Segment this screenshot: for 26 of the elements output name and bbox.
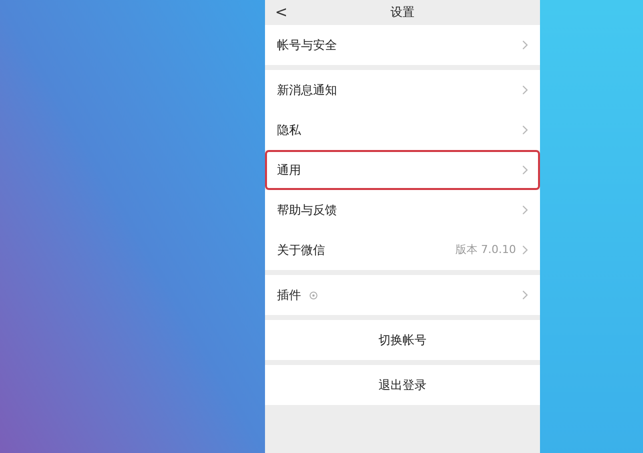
chevron-right-icon bbox=[522, 125, 528, 135]
settings-item[interactable]: 新消息通知 bbox=[265, 70, 540, 110]
chevron-right-icon bbox=[522, 40, 528, 50]
item-label: 关于微信 bbox=[277, 242, 325, 259]
item-label: 插件 bbox=[277, 287, 301, 304]
settings-item[interactable]: 帮助与反馈 bbox=[265, 190, 540, 230]
item-label: 隐私 bbox=[277, 122, 301, 139]
settings-item[interactable]: 隐私 bbox=[265, 110, 540, 150]
item-label: 通用 bbox=[277, 162, 301, 179]
item-label: 帐号与安全 bbox=[277, 37, 337, 54]
item-label: 新消息通知 bbox=[277, 82, 337, 99]
action-button[interactable]: 退出登录 bbox=[265, 365, 540, 405]
item-label: 帮助与反馈 bbox=[277, 202, 337, 219]
settings-item[interactable]: 插件 bbox=[265, 275, 540, 315]
action-button[interactable]: 切换帐号 bbox=[265, 320, 540, 360]
chevron-right-icon bbox=[522, 290, 528, 300]
settings-item[interactable]: 帐号与安全 bbox=[265, 25, 540, 65]
chevron-right-icon bbox=[522, 245, 528, 255]
back-button[interactable]: < bbox=[275, 1, 288, 24]
version-text: 版本 7.0.10 bbox=[456, 242, 516, 258]
chevron-right-icon bbox=[522, 85, 528, 95]
settings-item[interactable]: 关于微信 版本 7.0.10 bbox=[265, 230, 540, 270]
chevron-right-icon bbox=[522, 205, 528, 215]
page-title: 设置 bbox=[390, 4, 414, 21]
chevron-right-icon bbox=[522, 165, 528, 175]
settings-item[interactable]: 通用 bbox=[265, 150, 540, 190]
